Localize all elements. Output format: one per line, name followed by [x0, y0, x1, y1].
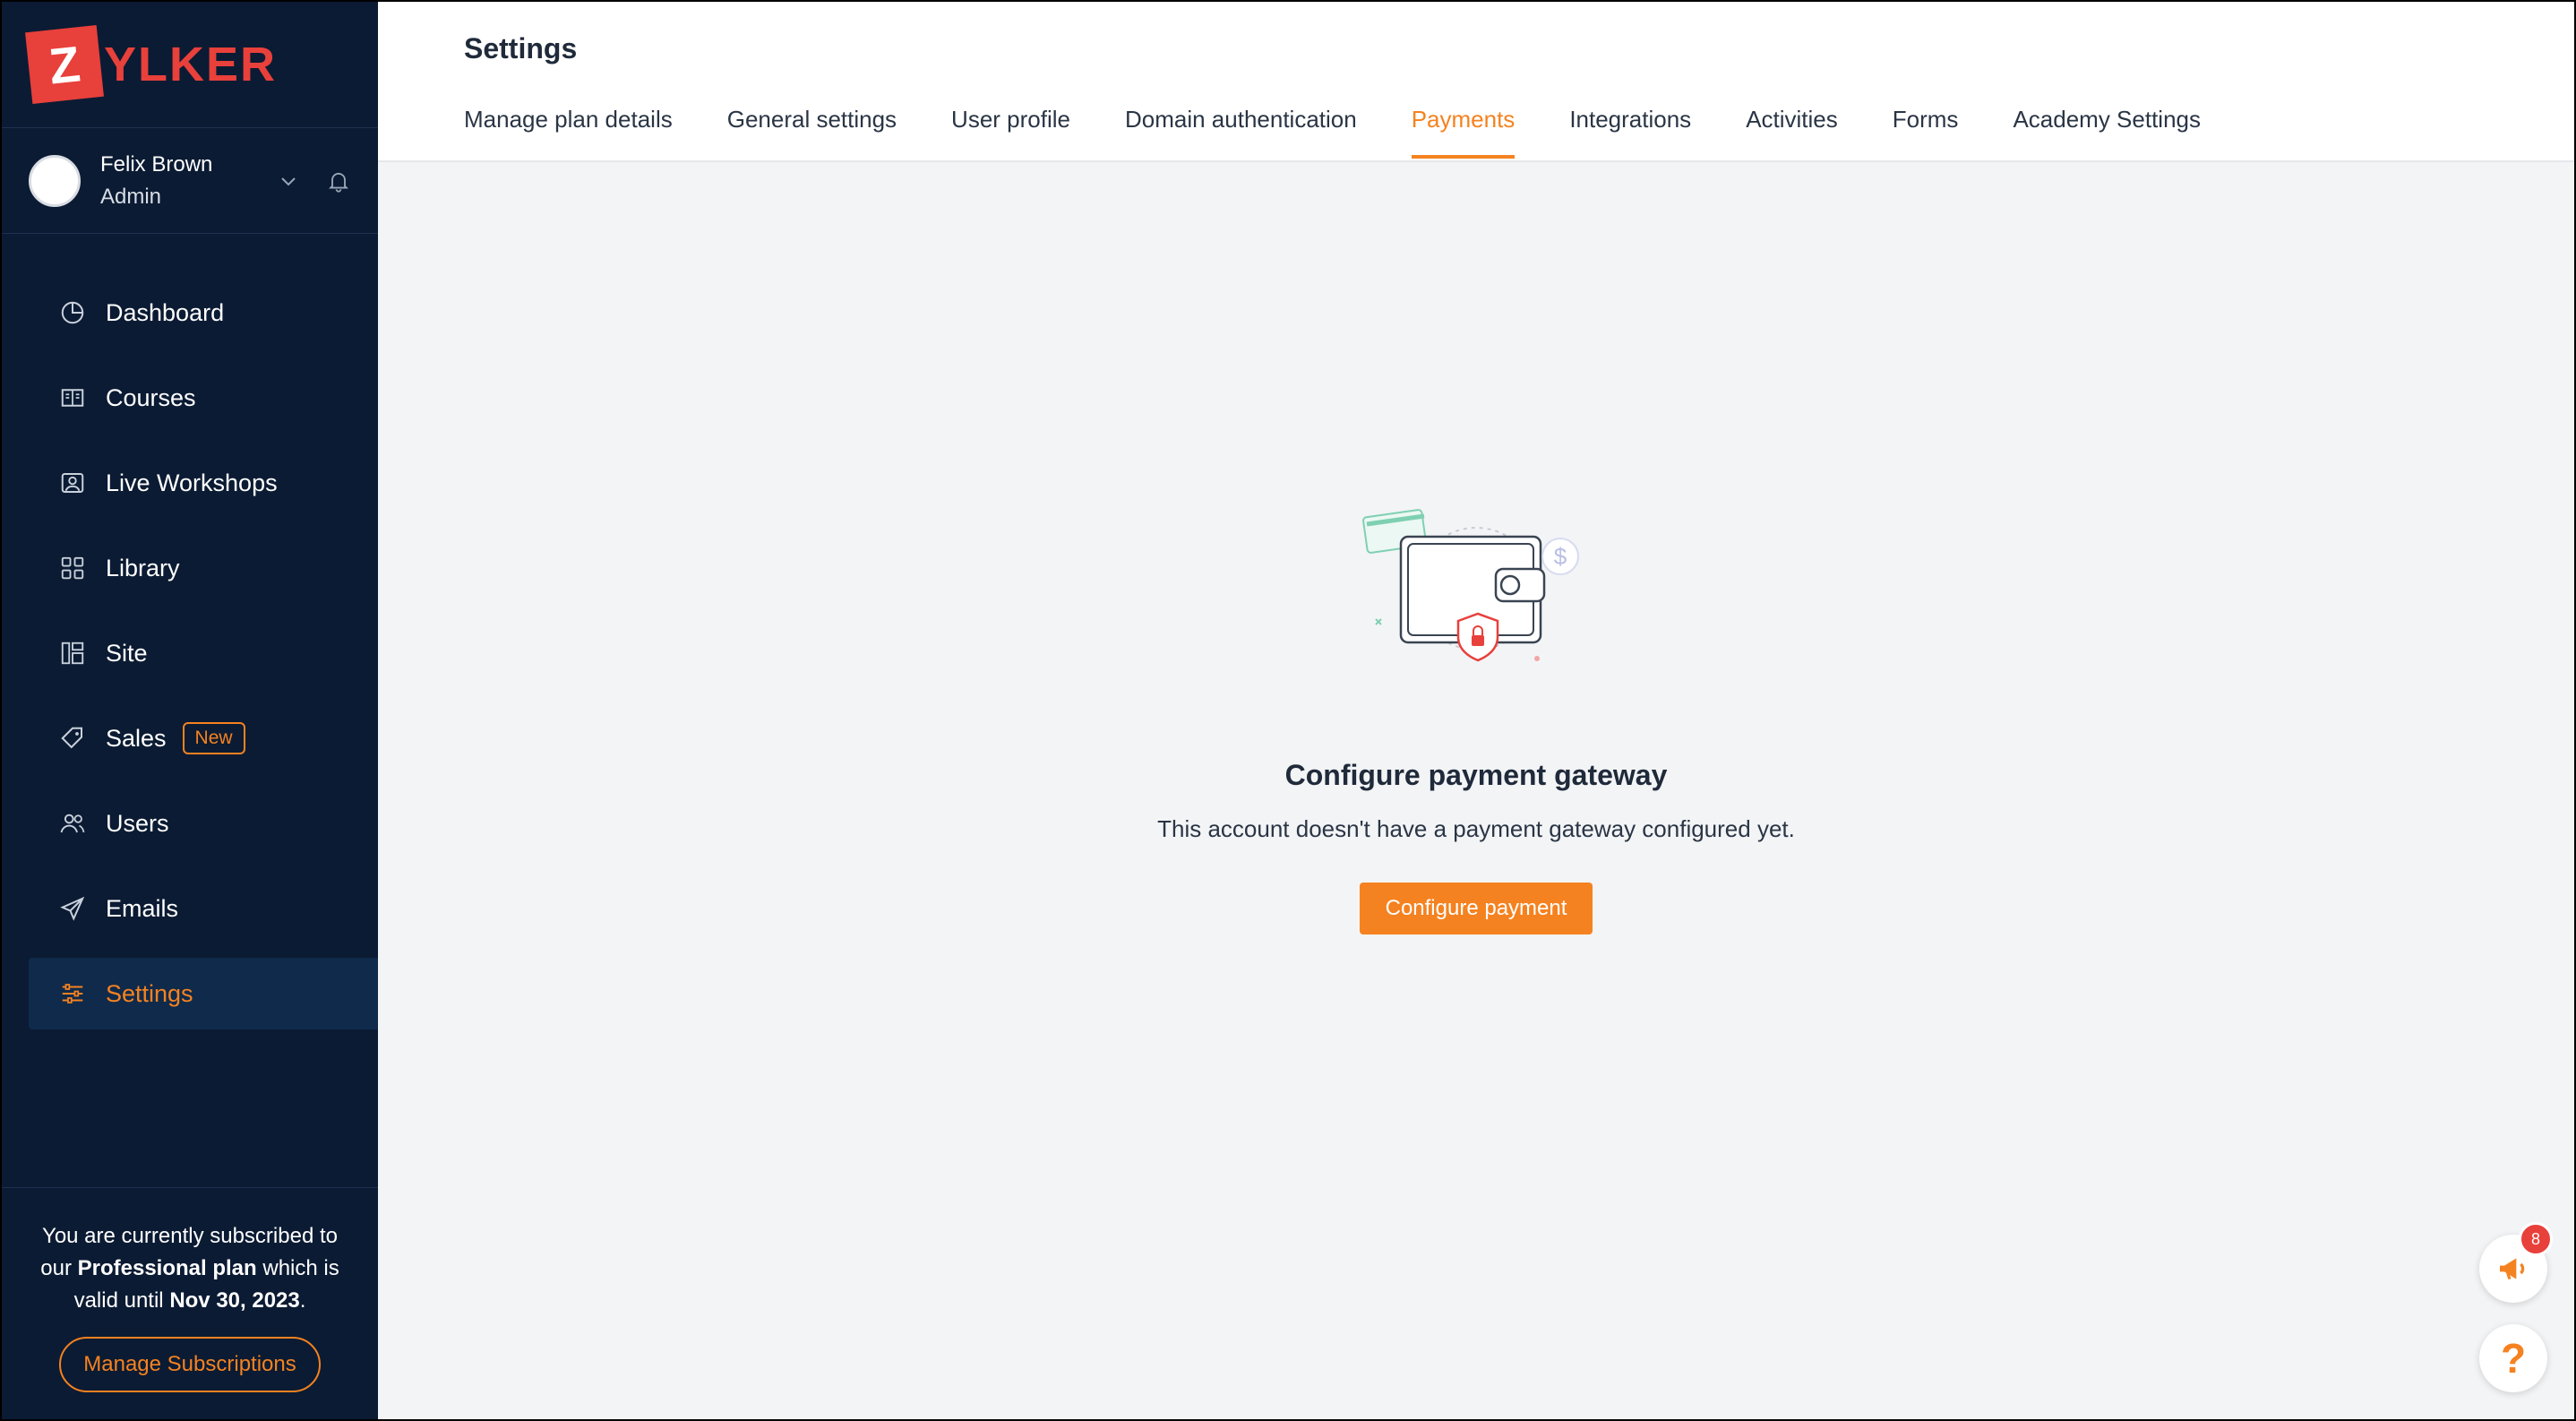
site-icon — [57, 638, 88, 668]
sidebar-item-site[interactable]: Site — [29, 617, 378, 689]
tab-forms[interactable]: Forms — [1893, 106, 1959, 159]
sidebar-item-users[interactable]: Users — [29, 788, 378, 859]
subscription-line-3: valid until Nov 30, 2023. — [29, 1285, 351, 1317]
courses-icon — [57, 383, 88, 413]
sidebar-item-label: Library — [106, 554, 180, 581]
user-name: Felix Brown — [100, 151, 213, 177]
sidebar-item-label: Users — [106, 809, 169, 837]
settings-tabs: Manage plan details General settings Use… — [464, 106, 2255, 159]
sidebar-item-emails[interactable]: Emails — [29, 873, 378, 944]
users-icon — [57, 808, 88, 839]
valid-until-prefix: valid until — [73, 1288, 170, 1313]
settings-sliders-icon — [57, 978, 88, 1009]
sidebar-item-live-workshops[interactable]: Live Workshops — [29, 447, 378, 519]
tab-general-settings[interactable]: General settings — [727, 106, 897, 159]
sidebar-item-label: Courses — [106, 383, 196, 411]
sidebar-nav: Dashboard Courses Live Workshops Library — [2, 234, 378, 1187]
app-window: Z YLKER Felix Brown Admin Dashboard Cour… — [2, 2, 2574, 1419]
live-workshops-icon — [57, 468, 88, 498]
sidebar-item-label: Sales — [106, 724, 167, 752]
logo-mark: Z — [25, 25, 104, 104]
plan-name: Professional plan — [77, 1256, 257, 1280]
megaphone-icon — [2500, 1258, 2525, 1279]
sidebar-item-settings[interactable]: Settings — [29, 958, 378, 1029]
tab-activities[interactable]: Activities — [1746, 106, 1838, 159]
empty-state: $ Configure payment gateway This account… — [378, 497, 2574, 934]
sidebar-item-label: Emails — [106, 894, 179, 922]
tab-integrations[interactable]: Integrations — [1569, 106, 1691, 159]
valid-until-suffix: . — [299, 1288, 306, 1313]
chevron-down-icon[interactable] — [278, 170, 299, 192]
subscription-line-2: our Professional plan which is — [29, 1253, 351, 1285]
tab-academy-settings[interactable]: Academy Settings — [2013, 106, 2201, 159]
sidebar-item-dashboard[interactable]: Dashboard — [29, 277, 378, 349]
subscription-panel: You are currently subscribed to our Prof… — [2, 1187, 378, 1419]
sidebar-item-library[interactable]: Library — [29, 532, 378, 604]
tab-user-profile[interactable]: User profile — [951, 106, 1070, 159]
tab-domain-authentication[interactable]: Domain authentication — [1125, 106, 1357, 159]
sales-tag-icon — [57, 723, 88, 754]
sidebar-item-label: Site — [106, 639, 148, 667]
dashboard-icon — [57, 297, 88, 328]
sidebar-item-label: Live Workshops — [106, 469, 278, 496]
user-profile: Felix Brown Admin — [2, 128, 378, 234]
profile-actions — [278, 168, 351, 194]
user-role: Admin — [100, 184, 162, 209]
empty-state-title: Configure payment gateway — [1284, 759, 1668, 791]
subscription-line-1: You are currently subscribed to — [42, 1224, 338, 1248]
avatar[interactable] — [29, 154, 81, 207]
emails-icon — [57, 893, 88, 924]
manage-subscriptions-button[interactable]: Manage Subscriptions — [59, 1337, 321, 1392]
configure-payment-button[interactable]: Configure payment — [1360, 883, 1593, 934]
bell-icon[interactable] — [326, 168, 351, 194]
profile-text: Felix Brown Admin — [100, 149, 278, 213]
tab-manage-plan-details[interactable]: Manage plan details — [464, 106, 673, 159]
subscription-prefix: our — [40, 1256, 78, 1280]
settings-header: Settings Manage plan details General set… — [378, 2, 2574, 162]
announcements-button[interactable]: 8 — [2479, 1222, 2553, 1303]
wallet-icon: $ — [1362, 509, 1579, 662]
payments-panel: $ Configure payment gateway This account… — [378, 162, 2574, 1419]
svg-text:$: $ — [1554, 543, 1567, 570]
sidebar-item-sales[interactable]: Sales New — [29, 702, 378, 774]
subscription-text: You are currently subscribed to our Prof… — [29, 1220, 351, 1317]
sidebar-item-courses[interactable]: Courses — [29, 362, 378, 434]
sidebar-item-label: Dashboard — [106, 298, 225, 326]
main-content: Settings Manage plan details General set… — [378, 2, 2574, 1419]
page-title: Settings — [464, 32, 578, 65]
help-button[interactable]: ? — [2479, 1324, 2547, 1392]
tab-payments[interactable]: Payments — [1411, 106, 1515, 159]
empty-state-subtitle: This account doesn't have a payment gate… — [1157, 815, 1795, 842]
sidebar: Z YLKER Felix Brown Admin Dashboard Cour… — [2, 2, 378, 1419]
sidebar-item-label: Settings — [106, 979, 193, 1007]
library-icon — [57, 553, 88, 583]
subscription-suffix: which is — [256, 1256, 339, 1280]
notification-count-badge: 8 — [2519, 1222, 2553, 1256]
brand-logo[interactable]: Z YLKER — [2, 2, 378, 128]
new-badge: New — [182, 722, 245, 754]
help-icon: ? — [2500, 1335, 2527, 1382]
valid-until-date: Nov 30, 2023 — [169, 1288, 300, 1313]
logo-text: YLKER — [104, 38, 278, 91]
